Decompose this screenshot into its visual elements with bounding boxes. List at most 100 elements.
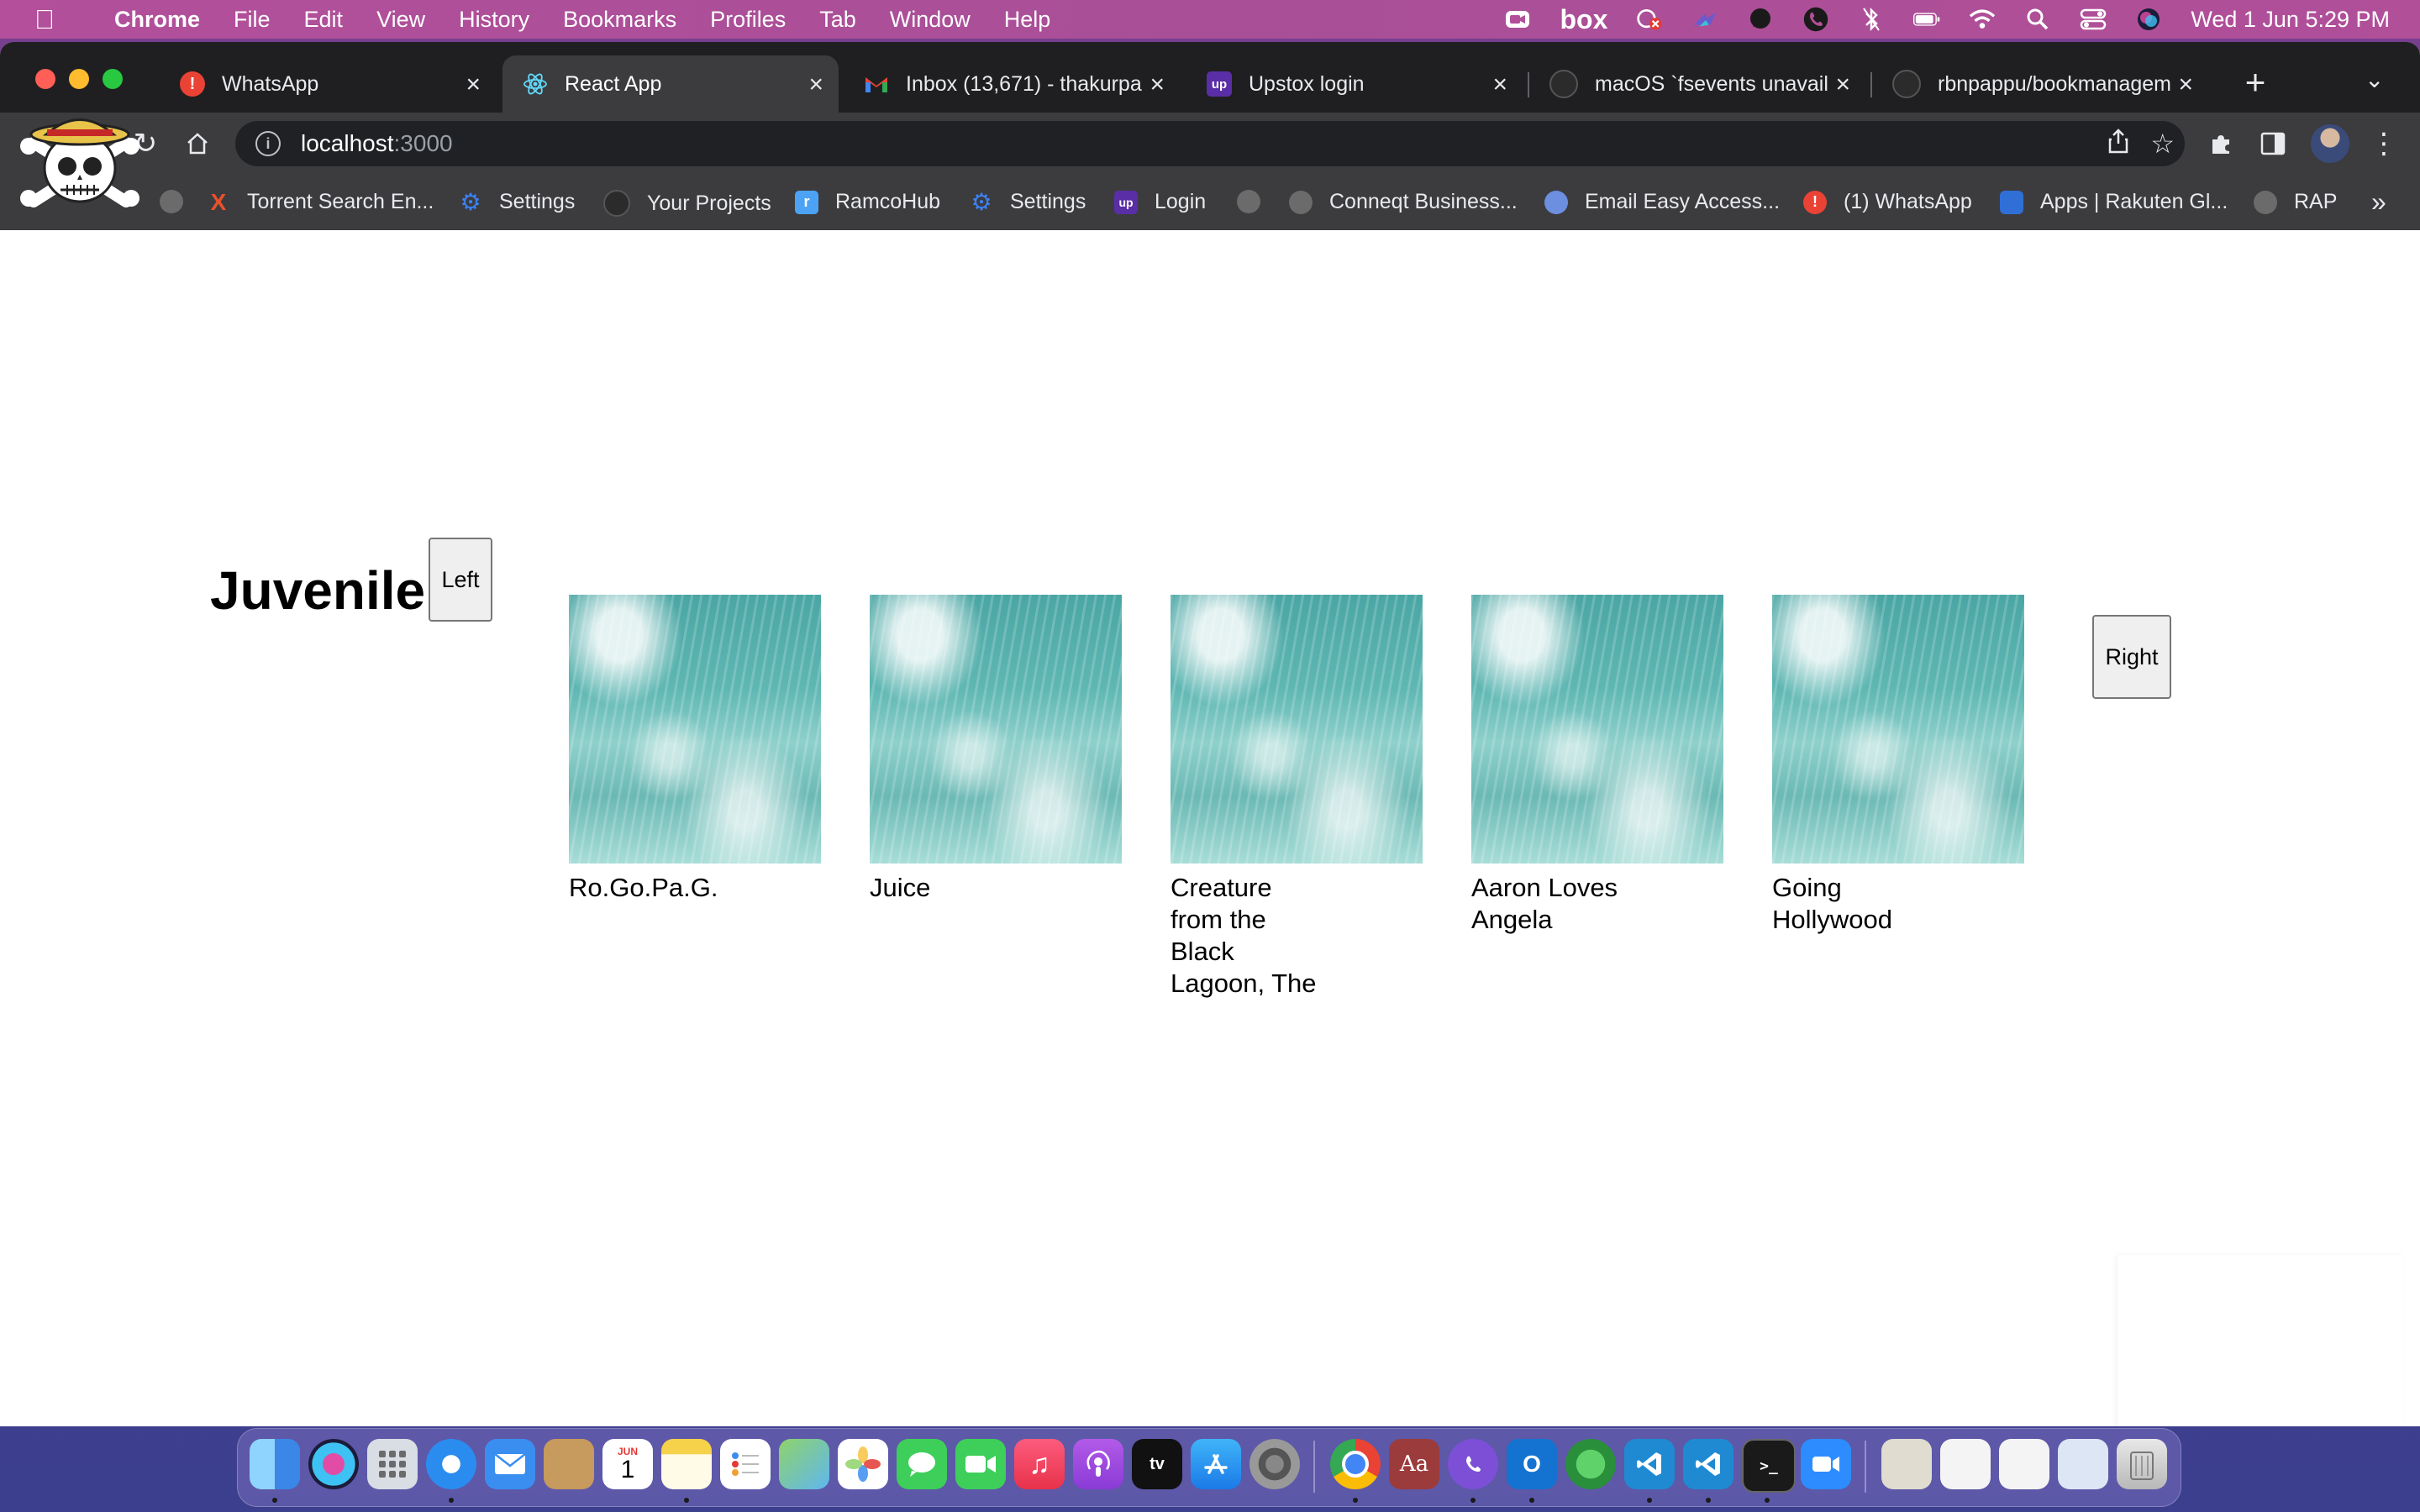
close-icon[interactable]: ×: [1150, 71, 1165, 99]
bluetooth-off-icon[interactable]: [1858, 7, 1885, 32]
viber-icon[interactable]: [1448, 1439, 1498, 1489]
photos-icon[interactable]: [838, 1439, 888, 1489]
bookmark-rakuten-apps[interactable]: Apps | Rakuten Gl...: [2000, 190, 2228, 214]
bookmark-login[interactable]: up Login: [1114, 190, 1206, 214]
screenshot-thumbnail-preview[interactable]: [2118, 1255, 2403, 1426]
mail-icon[interactable]: [485, 1439, 535, 1489]
movie-poster[interactable]: [569, 595, 821, 864]
scroll-left-button[interactable]: Left: [429, 538, 492, 622]
document-preview-icon[interactable]: [1940, 1439, 1991, 1489]
menu-app-name[interactable]: Chrome: [114, 7, 200, 33]
video-camera-icon[interactable]: [1504, 8, 1531, 31]
new-tab-button[interactable]: +: [2235, 62, 2275, 102]
menu-edit[interactable]: Edit: [304, 7, 344, 33]
movie-poster[interactable]: [1171, 595, 1423, 864]
close-icon[interactable]: ×: [1835, 71, 1850, 99]
dictionary-icon[interactable]: Aa: [1389, 1439, 1439, 1489]
url-text[interactable]: localhost:3000: [301, 130, 453, 157]
site-info-icon[interactable]: i: [255, 131, 281, 156]
notes-icon[interactable]: [661, 1439, 712, 1489]
network-utility-icon[interactable]: [1565, 1439, 1616, 1489]
minimize-window-button[interactable]: [69, 69, 89, 89]
bookmark-email-easy-access[interactable]: Email Easy Access...: [1544, 190, 1780, 214]
reminders-icon[interactable]: [720, 1439, 771, 1489]
apple-menu-icon[interactable]: : [32, 4, 57, 34]
bookmark-whatsapp[interactable]: ! (1) WhatsApp: [1803, 190, 1972, 214]
movie-poster[interactable]: [1772, 595, 2024, 864]
bookmark-globe-2[interactable]: [1237, 190, 1277, 213]
movie-poster[interactable]: [1471, 595, 1723, 864]
movie-card[interactable]: Creature from the Black Lagoon, The: [1171, 595, 1423, 1000]
maps-icon[interactable]: [779, 1439, 829, 1489]
tab-search-chevron-icon[interactable]: ⌄: [2365, 66, 2384, 93]
outlook-icon[interactable]: O: [1507, 1439, 1557, 1489]
contacts-icon[interactable]: [544, 1439, 594, 1489]
movie-card[interactable]: Juice: [870, 595, 1122, 904]
pinwheel-icon[interactable]: [1691, 8, 1718, 31]
address-bar[interactable]: i localhost:3000 ☆: [235, 121, 2185, 166]
spotlight-search-icon[interactable]: [2024, 8, 2051, 31]
side-panel-icon[interactable]: [2255, 126, 2291, 161]
box-icon[interactable]: box: [1560, 4, 1607, 34]
bookmark-star-icon[interactable]: ☆: [2150, 128, 2175, 160]
app-store-icon[interactable]: [1191, 1439, 1241, 1489]
bookmark-conneqt[interactable]: Conneqt Business...: [1289, 190, 1518, 214]
tab-upstox-login[interactable]: up Upstox login ×: [1186, 55, 1523, 113]
movie-card[interactable]: Ro.Go.Pa.G.: [569, 595, 821, 904]
vscode-insiders-icon[interactable]: [1683, 1439, 1733, 1489]
menu-file[interactable]: File: [234, 7, 271, 33]
system-preferences-icon[interactable]: [1249, 1439, 1300, 1489]
bookmark-your-projects[interactable]: Your Projects: [603, 190, 771, 217]
battery-icon[interactable]: [1913, 8, 1940, 31]
close-icon[interactable]: ×: [1492, 71, 1507, 99]
tab-whatsapp[interactable]: ! WhatsApp ×: [160, 55, 496, 113]
calendar-icon[interactable]: JUN 1: [602, 1439, 653, 1489]
tab-gmail-inbox[interactable]: Inbox (13,671) - thakurpa ×: [844, 55, 1180, 113]
extensions-puzzle-icon[interactable]: [2203, 126, 2238, 161]
more-menu-icon[interactable]: ⋮: [2366, 126, 2402, 161]
chrome-icon[interactable]: [1330, 1439, 1381, 1489]
safari-icon[interactable]: [426, 1439, 476, 1489]
movie-poster[interactable]: [870, 595, 1122, 864]
siri-icon[interactable]: [2135, 8, 2162, 31]
finder-icon[interactable]: [250, 1439, 300, 1489]
maximize-window-button[interactable]: [103, 69, 123, 89]
menu-history[interactable]: History: [459, 7, 529, 33]
tab-react-app[interactable]: React App ×: [502, 55, 839, 113]
bookmark-settings-2[interactable]: ⚙ Settings: [970, 189, 1086, 215]
menu-view[interactable]: View: [376, 7, 425, 33]
podcasts-icon[interactable]: [1073, 1439, 1123, 1489]
movie-card[interactable]: Going Hollywood: [1772, 595, 2024, 936]
wifi-icon[interactable]: [1969, 8, 1996, 31]
trash-icon[interactable]: [2117, 1439, 2167, 1489]
sync-error-icon[interactable]: [1636, 8, 1663, 31]
menu-window[interactable]: Window: [890, 7, 971, 33]
close-icon[interactable]: ×: [808, 71, 823, 99]
apple-tv-icon[interactable]: tv: [1132, 1439, 1182, 1489]
screenshot-preview-icon[interactable]: [2058, 1439, 2108, 1489]
menu-bookmarks[interactable]: Bookmarks: [563, 7, 676, 33]
facetime-icon[interactable]: [955, 1439, 1006, 1489]
siri-icon[interactable]: [308, 1439, 359, 1489]
terminal-icon[interactable]: >_: [1742, 1439, 1796, 1493]
profile-avatar[interactable]: [2311, 124, 2349, 163]
share-icon[interactable]: [2107, 128, 2129, 160]
menu-profiles[interactable]: Profiles: [710, 7, 786, 33]
menu-help[interactable]: Help: [1004, 7, 1051, 33]
launchpad-icon[interactable]: [367, 1439, 418, 1489]
close-window-button[interactable]: [35, 69, 55, 89]
control-center-icon[interactable]: [2080, 8, 2107, 31]
bookmark-settings[interactable]: ⚙ Settings: [459, 189, 575, 215]
bookmark-rap[interactable]: RAP: [2254, 190, 2337, 214]
movie-card[interactable]: Aaron Loves Angela: [1471, 595, 1723, 936]
tab-bookmanagement-repo[interactable]: rbnpappu/bookmanagem ×: [1872, 55, 2208, 113]
scroll-right-button[interactable]: Right: [2092, 615, 2171, 699]
tab-macos-fsevents[interactable]: macOS `fsevents unavail ×: [1529, 55, 1865, 113]
home-icon[interactable]: [180, 126, 215, 161]
viber-icon[interactable]: [1802, 7, 1829, 32]
zoom-icon[interactable]: [1801, 1439, 1851, 1489]
more-bookmarks-chevron-icon[interactable]: »: [2371, 186, 2386, 218]
menu-bar-clock[interactable]: Wed 1 Jun 5:29 PM: [2191, 7, 2390, 33]
stack-downloads-icon[interactable]: [1881, 1439, 1932, 1489]
menu-tab[interactable]: Tab: [819, 7, 856, 33]
